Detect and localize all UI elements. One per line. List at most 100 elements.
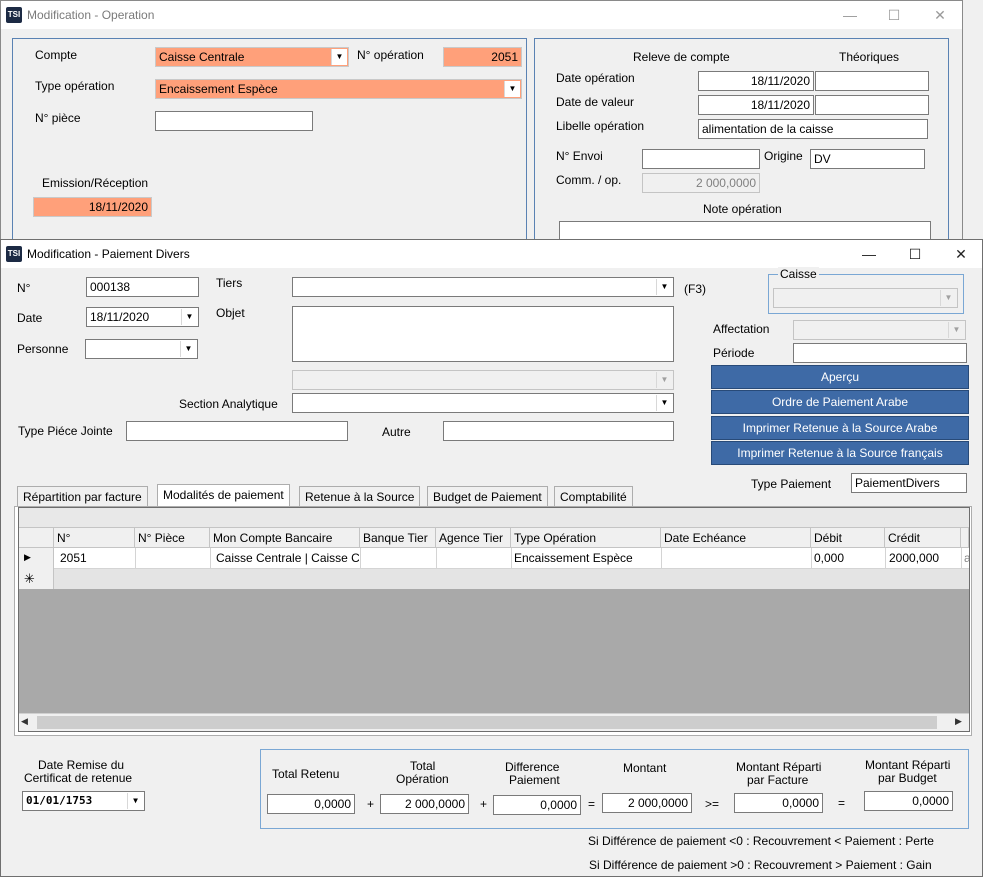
date-operation-field[interactable]: 18/11/2020 xyxy=(698,71,814,91)
maximize-button[interactable]: ☐ xyxy=(871,1,917,29)
cell-num[interactable]: 2051 xyxy=(57,551,132,565)
date-operation-theorique-field[interactable] xyxy=(815,71,929,91)
num-label: N° xyxy=(17,281,31,295)
caisse-select[interactable]: ▼ xyxy=(773,288,958,308)
num-operation-field[interactable]: 2051 xyxy=(443,47,522,67)
total-operation-field[interactable]: 2 000,0000 xyxy=(380,794,469,814)
date-operation-label: Date opération xyxy=(556,71,635,85)
chevron-down-icon[interactable]: ▼ xyxy=(656,395,672,411)
chevron-down-icon[interactable]: ▼ xyxy=(181,309,197,325)
close-button[interactable]: ✕ xyxy=(917,1,963,29)
total-operation-label-1: Total xyxy=(410,759,436,773)
column-header-credit[interactable]: Crédit xyxy=(885,528,961,548)
date-picker[interactable]: 18/11/2020 ▼ xyxy=(86,307,199,327)
app-logo-icon: TSI xyxy=(6,7,22,23)
analytique-select-1[interactable]: ▼ xyxy=(292,370,674,390)
caisse-label: Caisse xyxy=(778,267,819,281)
operation-titlebar: TSI Modification - Operation — ☐ ✕ xyxy=(1,1,962,29)
totals-panel xyxy=(260,749,969,829)
date-remise-value: 01/01/1753 xyxy=(26,794,93,807)
column-dividers xyxy=(661,548,662,569)
horizontal-scrollbar[interactable]: ◀ ▶ xyxy=(19,713,969,731)
reparti-facture-label-1: Montant Réparti xyxy=(736,760,822,774)
column-header-debit[interactable]: Débit xyxy=(811,528,885,548)
autre-field[interactable] xyxy=(443,421,674,441)
affectation-select[interactable]: ▼ xyxy=(793,320,966,340)
montant-field[interactable]: 2 000,0000 xyxy=(602,793,692,813)
chevron-down-icon[interactable]: ▼ xyxy=(127,793,143,809)
tab-modalites-paiement[interactable]: Modalités de paiement xyxy=(157,484,290,507)
maximize-button[interactable]: ☐ xyxy=(892,240,938,268)
close-button[interactable]: ✕ xyxy=(938,240,983,268)
cell-credit[interactable]: 2000,000 xyxy=(886,551,960,565)
row-selector-icon[interactable]: ▶ xyxy=(19,548,54,569)
operation-window-title: Modification - Operation xyxy=(27,8,155,22)
retenue-arabe-button[interactable]: Imprimer Retenue à la Source Arabe xyxy=(711,416,969,440)
cell-compte-bancaire[interactable]: Caisse Centrale | Caisse Central xyxy=(213,551,359,568)
table-row[interactable]: ▶ 2051 Caisse Centrale | Caisse Central … xyxy=(19,548,969,569)
tiers-select[interactable]: ▼ xyxy=(292,277,674,297)
section-analytique-label: Section Analytique xyxy=(179,397,278,411)
chevron-down-icon[interactable]: ▼ xyxy=(948,322,964,338)
minimize-button[interactable]: — xyxy=(827,1,873,29)
periode-field[interactable] xyxy=(793,343,967,363)
date-label: Date xyxy=(17,311,43,325)
reparti-budget-field[interactable]: 0,0000 xyxy=(864,791,953,811)
date-remise-picker[interactable]: 01/01/1753 ▼ xyxy=(22,791,145,811)
num-operation-label: N° opération xyxy=(357,48,424,62)
personne-select[interactable]: ▼ xyxy=(85,339,198,359)
type-paiement-field[interactable]: PaiementDivers xyxy=(851,473,967,493)
chevron-down-icon[interactable]: ▼ xyxy=(504,81,520,97)
scrollbar-thumb[interactable] xyxy=(37,716,937,729)
total-retenu-label: Total Retenu xyxy=(272,767,340,781)
apercu-button[interactable]: Aperçu xyxy=(711,365,969,389)
chevron-down-icon[interactable]: ▼ xyxy=(180,341,196,357)
chevron-down-icon[interactable]: ▼ xyxy=(656,372,672,388)
ordre-paiement-arabe-button[interactable]: Ordre de Paiement Arabe xyxy=(711,390,969,414)
type-operation-select[interactable]: Encaissement Espèce ▼ xyxy=(155,79,522,99)
cell-type-operation[interactable]: Encaissement Espèce xyxy=(511,551,659,565)
tab-retenue-source[interactable]: Retenue à la Source xyxy=(299,486,421,506)
tab-comptabilite[interactable]: Comptabilité xyxy=(554,486,633,506)
tab-repartition-facture[interactable]: Répartition par facture xyxy=(17,486,148,506)
type-piece-field[interactable] xyxy=(126,421,348,441)
minimize-button[interactable]: — xyxy=(846,240,892,268)
date-valeur-theorique-field[interactable] xyxy=(815,95,929,115)
tab-budget-paiement[interactable]: Budget de Paiement xyxy=(427,486,548,506)
column-header-date-echeance[interactable]: Date Echéance xyxy=(661,528,811,548)
chevron-down-icon[interactable]: ▼ xyxy=(940,290,956,306)
cell-overflow: a xyxy=(964,551,969,565)
column-header-num-piece[interactable]: N° Pièce xyxy=(135,528,210,548)
comm-field[interactable]: 2 000,0000 xyxy=(642,173,760,193)
num-field[interactable]: 000138 xyxy=(86,277,199,297)
column-header-banque-tier[interactable]: Banque Tier xyxy=(360,528,436,548)
retenue-francais-button[interactable]: Imprimer Retenue à la Source français xyxy=(711,441,969,465)
origine-field[interactable]: DV xyxy=(810,149,925,169)
compte-select[interactable]: Caisse Centrale ▼ xyxy=(155,47,349,67)
column-header-compte-bancaire[interactable]: Mon Compte Bancaire xyxy=(210,528,360,548)
libelle-field[interactable]: alimentation de la caisse xyxy=(698,119,928,139)
total-retenu-field[interactable]: 0,0000 xyxy=(267,794,355,814)
reparti-facture-field[interactable]: 0,0000 xyxy=(734,793,823,813)
column-header-agence-tier[interactable]: Agence Tier xyxy=(436,528,511,548)
emission-label: Emission/Réception xyxy=(42,176,149,190)
column-header-num[interactable]: N° xyxy=(54,528,135,548)
emission-field[interactable]: 18/11/2020 xyxy=(33,197,152,217)
difference-field[interactable]: 0,0000 xyxy=(493,795,581,815)
column-dividers xyxy=(811,548,812,569)
column-header-type-operation[interactable]: Type Opération xyxy=(511,528,661,548)
section-analytique-select[interactable]: ▼ xyxy=(292,393,674,413)
scroll-right-icon[interactable]: ▶ xyxy=(955,716,969,730)
column-dividers xyxy=(885,548,886,569)
date-valeur-field[interactable]: 18/11/2020 xyxy=(698,95,814,115)
grid-empty-area xyxy=(19,589,969,713)
new-row[interactable]: ✳ xyxy=(19,569,969,589)
chevron-down-icon[interactable]: ▼ xyxy=(331,49,347,65)
type-operation-label: Type opération xyxy=(35,79,115,93)
cell-debit[interactable]: 0,000 xyxy=(811,551,883,565)
objet-textarea[interactable] xyxy=(292,306,674,362)
num-envoi-field[interactable] xyxy=(642,149,760,169)
chevron-down-icon[interactable]: ▼ xyxy=(656,279,672,295)
num-piece-field[interactable] xyxy=(155,111,313,131)
scroll-left-icon[interactable]: ◀ xyxy=(21,716,35,730)
